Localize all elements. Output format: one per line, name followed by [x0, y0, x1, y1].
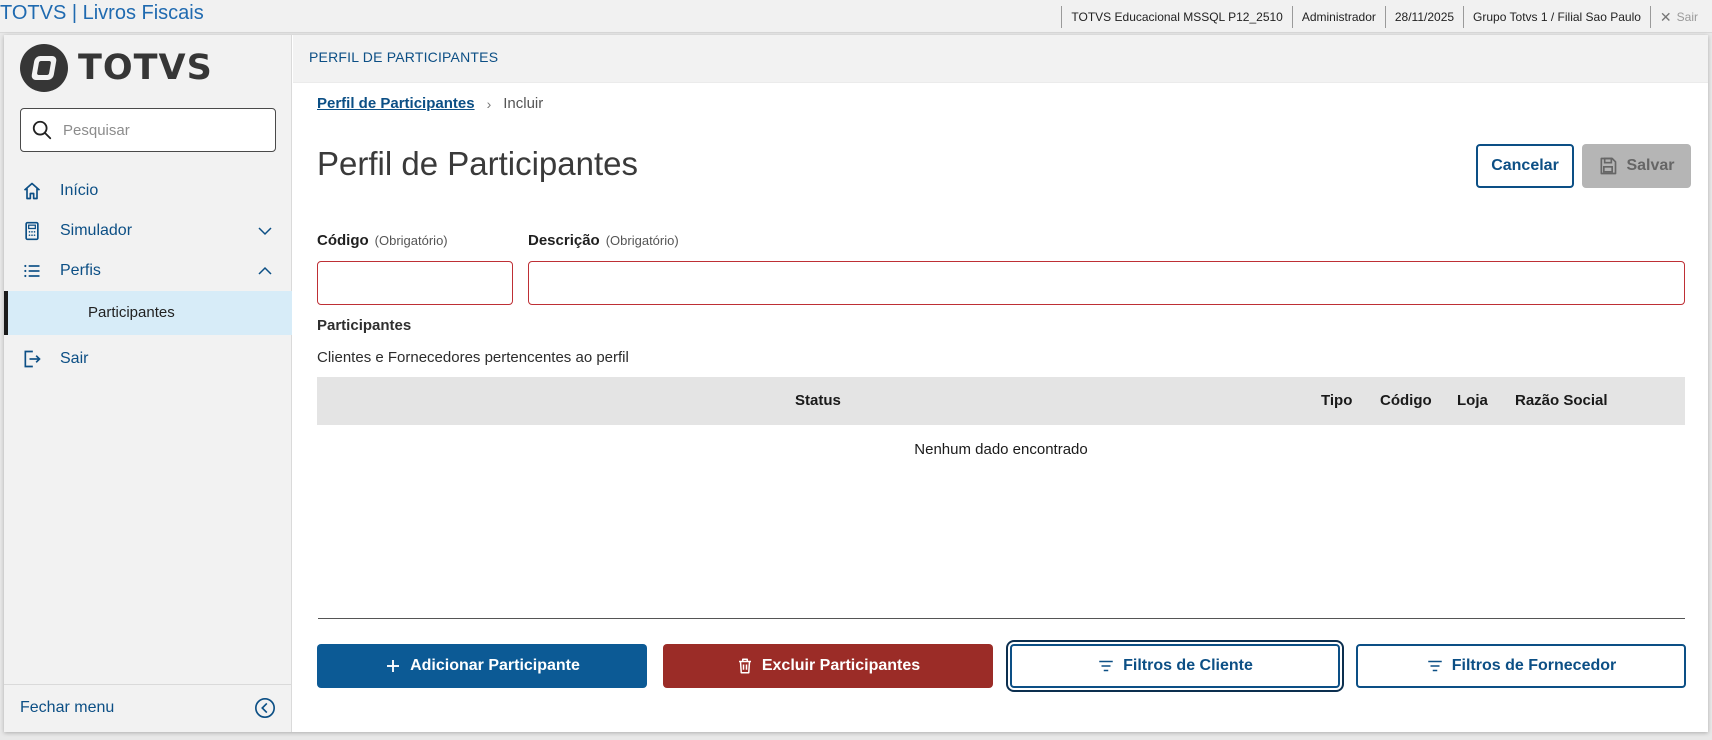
add-participant-label: Adicionar Participante	[410, 657, 580, 674]
page-title: Perfil de Participantes	[317, 145, 638, 182]
close-menu-label: Fechar menu	[20, 699, 115, 716]
close-menu-button[interactable]: Fechar menu	[4, 684, 292, 732]
delete-participants-label: Excluir Participantes	[761, 657, 921, 674]
client-filters-label: Filtros de Cliente	[1123, 657, 1253, 674]
calculator-icon	[25, 221, 39, 241]
sidebar-item-simulador[interactable]: Simulador	[4, 209, 292, 253]
delete-participants-button[interactable]: Excluir Participantes	[663, 644, 993, 688]
session-info: TOTVS Educacional MSSQL P12_2510 Adminis…	[1061, 6, 1712, 28]
column-header-tipo[interactable]: Tipo	[1321, 392, 1352, 409]
breadcrumb-link[interactable]: Perfil de Participantes	[317, 95, 475, 112]
trash-icon	[738, 658, 751, 674]
chevron-left-circle-icon	[255, 698, 275, 718]
totvs-logo-icon	[20, 44, 68, 92]
table-empty-message: Nenhum dado encontrado	[914, 441, 1088, 458]
add-participant-button[interactable]: Adicionar Participante	[317, 644, 647, 688]
search-box[interactable]	[20, 108, 276, 152]
exit-button[interactable]: ✕ Sair	[1649, 6, 1712, 28]
section-title: Participantes	[317, 317, 412, 334]
chevron-up-icon	[258, 266, 272, 275]
code-field-label: Código (Obrigatório)	[317, 232, 448, 249]
breadcrumb: Perfil de Participantes › Incluir	[317, 95, 543, 112]
code-field[interactable]	[317, 261, 513, 305]
save-icon	[1600, 157, 1617, 175]
description-label-text: Descrição	[528, 232, 600, 249]
page-header: PERFIL DE PARTICIPANTES	[293, 35, 1708, 83]
sidebar-item-label: Simulador	[60, 222, 133, 239]
sidebar-item-inicio[interactable]: Início	[4, 169, 292, 213]
client-filters-button[interactable]: Filtros de Cliente	[1010, 644, 1340, 688]
sidebar-item-label: Início	[60, 182, 99, 199]
column-header-codigo[interactable]: Código	[1380, 392, 1432, 409]
main-content: PERFIL DE PARTICIPANTES Perfil de Partic…	[293, 35, 1708, 732]
required-hint: (Obrigatório)	[374, 233, 448, 248]
sidebar-item-label: Sair	[60, 350, 89, 367]
table-header: Status Tipo Código Loja Razão Social	[317, 377, 1685, 425]
page-header-title: PERFIL DE PARTICIPANTES	[309, 49, 499, 65]
search-input[interactable]	[63, 121, 263, 139]
sidebar-subitem-label: Participantes	[88, 304, 175, 321]
column-header-razao-social[interactable]: Razão Social	[1515, 392, 1608, 409]
search-icon	[32, 120, 52, 140]
filter-icon	[1099, 660, 1113, 672]
filter-icon	[1428, 660, 1442, 672]
list-icon	[24, 264, 40, 278]
cancel-button[interactable]: Cancelar	[1476, 144, 1574, 188]
sidebar: TOTVS Início Simulador Perfis Participan…	[4, 35, 292, 732]
chevron-right-icon: ›	[486, 95, 492, 112]
description-field[interactable]	[528, 261, 1685, 305]
sidebar-item-sair[interactable]: Sair	[4, 337, 292, 381]
table-divider	[318, 618, 1685, 619]
section-description: Clientes e Fornecedores pertencentes ao …	[317, 349, 629, 366]
home-icon	[23, 182, 41, 200]
date-label: 28/11/2025	[1384, 6, 1463, 28]
user-label: Administrador	[1291, 6, 1385, 28]
column-header-loja[interactable]: Loja	[1457, 392, 1488, 409]
app-title: TOTVS | Livros Fiscais	[0, 2, 204, 24]
description-field-label: Descrição (Obrigatório)	[528, 232, 679, 249]
exit-label: Sair	[1676, 10, 1698, 24]
totvs-logo: TOTVS	[20, 44, 213, 92]
sidebar-subitem-participantes[interactable]: Participantes	[4, 291, 292, 335]
logout-icon	[24, 350, 41, 368]
sidebar-item-label: Perfis	[60, 262, 101, 279]
plus-icon	[387, 660, 400, 672]
environment-label: TOTVS Educacional MSSQL P12_2510	[1061, 6, 1291, 28]
close-icon: ✕	[1659, 9, 1672, 25]
logo-text: TOTVS	[78, 48, 213, 88]
supplier-filters-label: Filtros de Fornecedor	[1451, 657, 1617, 674]
sidebar-item-perfis[interactable]: Perfis	[4, 249, 292, 293]
save-button[interactable]: Salvar	[1582, 144, 1691, 188]
code-label-text: Código	[317, 232, 369, 249]
app-window: TOTVS Início Simulador Perfis Participan…	[4, 35, 1708, 732]
branch-label: Grupo Totvs 1 / Filial Sao Paulo	[1463, 6, 1650, 28]
supplier-filters-button[interactable]: Filtros de Fornecedor	[1356, 644, 1686, 688]
chevron-down-icon	[258, 227, 272, 236]
save-label: Salvar	[1626, 157, 1675, 174]
top-bar: TOTVS | Livros Fiscais TOTVS Educacional…	[0, 0, 1712, 33]
breadcrumb-current: Incluir	[503, 95, 544, 112]
column-header-status[interactable]: Status	[795, 392, 841, 409]
required-hint: (Obrigatório)	[605, 233, 679, 248]
